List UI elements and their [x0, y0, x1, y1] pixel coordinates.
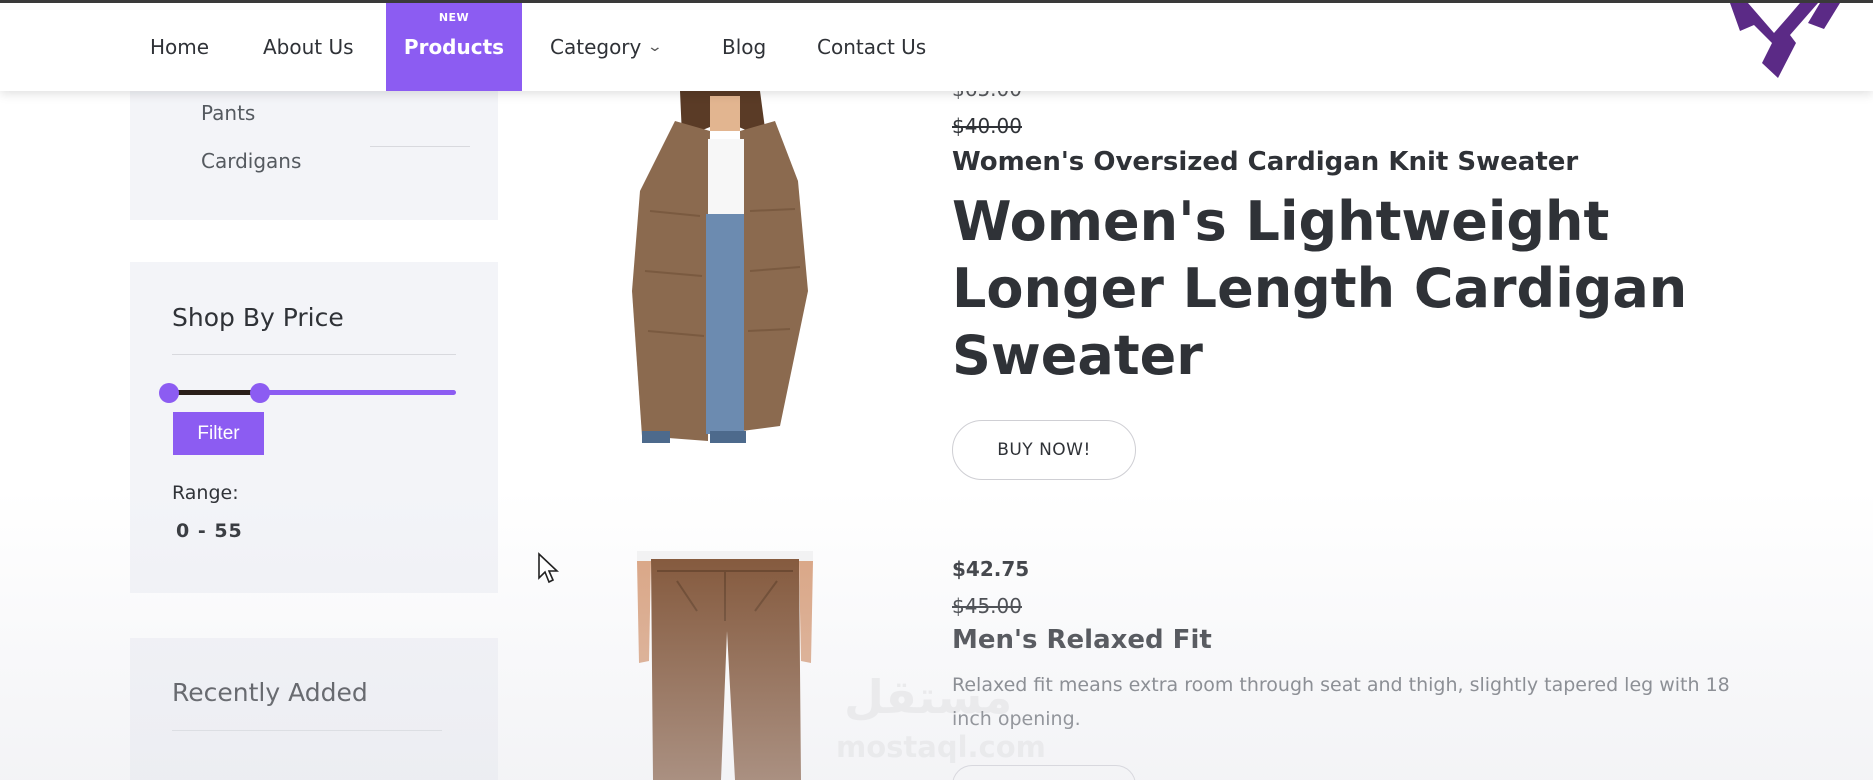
nav-products-label: Products — [403, 35, 505, 59]
recently-added-card: Recently Added — [130, 638, 498, 780]
nav-home[interactable]: Home — [150, 3, 209, 91]
card-divider — [172, 730, 442, 731]
price-slider-min-handle[interactable] — [159, 383, 179, 403]
cardigan-product-image[interactable] — [630, 91, 820, 443]
product-current-price: $42.75 — [952, 557, 1030, 581]
product-title[interactable]: Men's Relaxed Fit — [952, 625, 1212, 655]
product-old-price: $45.00 — [952, 594, 1022, 618]
shop-by-price-title: Shop By Price — [172, 303, 344, 332]
range-value: 0 - 55 — [176, 520, 243, 542]
new-badge: NEW — [438, 11, 470, 24]
brand-logo-icon[interactable] — [1700, 3, 1873, 91]
nav-contact-label: Contact Us — [817, 35, 927, 59]
nav-category[interactable]: Category ⌄ — [550, 3, 664, 91]
buy-now-button[interactable] — [952, 765, 1136, 780]
card-divider — [172, 354, 456, 355]
category-divider — [370, 146, 470, 147]
nav-contact-us[interactable]: Contact Us — [817, 3, 926, 91]
price-slider-max-handle[interactable] — [250, 383, 270, 403]
nav-products[interactable]: NEW Products — [386, 3, 522, 91]
filter-button[interactable]: Filter — [173, 412, 264, 455]
nav-about-us[interactable]: About Us — [263, 3, 354, 91]
buy-now-button[interactable]: BUY NOW! — [952, 420, 1136, 480]
category-card: Pants Cardigans — [130, 91, 498, 220]
top-navbar: Home About Us NEW Products Category ⌄ Bl… — [0, 0, 1873, 91]
chevron-down-icon: ⌄ — [647, 39, 664, 55]
range-label: Range: — [172, 482, 239, 504]
nav-home-label: Home — [150, 35, 210, 59]
shop-by-price-card: Shop By Price Filter Range: 0 - 55 — [130, 262, 498, 593]
mouse-cursor-icon — [538, 552, 559, 584]
category-link-pants[interactable]: Pants — [201, 101, 255, 125]
category-link-cardigans[interactable]: Cardigans — [201, 149, 301, 173]
pants-product-image[interactable] — [637, 551, 813, 780]
price-slider-selected-range — [168, 390, 260, 395]
nav-blog[interactable]: Blog — [722, 3, 766, 91]
product-subtitle: Women's Oversized Cardigan Knit Sweater — [952, 147, 1579, 177]
product-description: Relaxed fit means extra room through sea… — [952, 674, 1730, 730]
nav-blog-label: Blog — [722, 35, 767, 59]
recently-added-title: Recently Added — [172, 678, 368, 707]
product-title[interactable]: Women's Lightweight Longer Length Cardig… — [952, 188, 1732, 389]
nav-category-label: Category — [550, 35, 642, 59]
nav-about-label: About Us — [263, 35, 354, 59]
product-old-price: $40.00 — [952, 114, 1022, 138]
